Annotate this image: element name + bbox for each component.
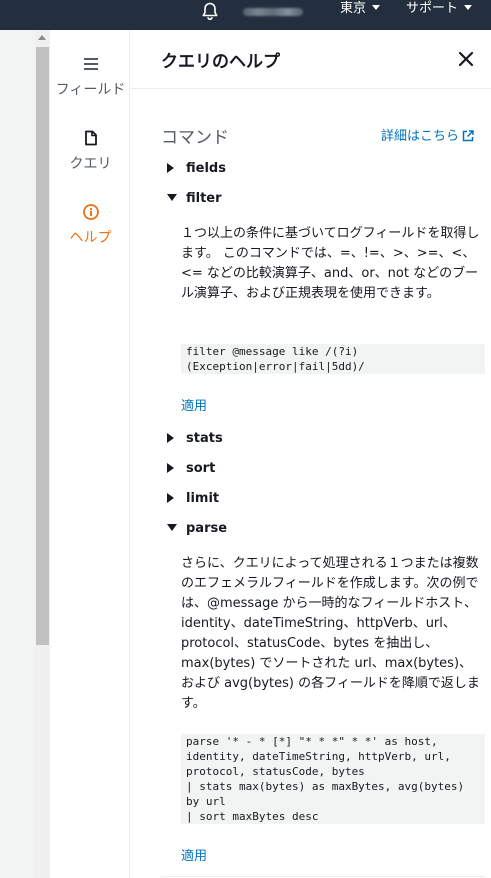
bell-icon[interactable] — [200, 1, 220, 21]
command-fields-toggle[interactable]: fields — [167, 161, 226, 179]
info-circle-icon — [82, 204, 99, 220]
chevron-down-icon — [464, 5, 473, 10]
command-name: sort — [186, 461, 216, 476]
learn-more-label: 詳細はこちら — [381, 129, 460, 144]
caret-down-icon — [167, 194, 177, 201]
command-name: fields — [186, 161, 226, 176]
support-label: サポート — [406, 1, 459, 16]
tab-fields[interactable]: フィールド — [51, 55, 130, 99]
command-stats-toggle[interactable]: stats — [167, 431, 223, 449]
command-name: filter — [186, 191, 222, 206]
scrollbar-thumb[interactable] — [36, 47, 49, 645]
region-label: 東京 — [340, 1, 367, 16]
close-icon[interactable] — [457, 50, 475, 68]
filter-apply-link[interactable]: 適用 — [181, 395, 207, 414]
command-name: limit — [186, 491, 220, 506]
top-navigation-bar: 東京 サポート — [0, 0, 491, 30]
tab-queries-label: クエリ — [69, 156, 112, 172]
filter-code-example: filter @message like /(?i) (Exception|er… — [181, 344, 485, 374]
command-limit-toggle[interactable]: limit — [167, 491, 219, 509]
caret-right-icon — [167, 163, 174, 173]
parse-apply-link[interactable]: 適用 — [181, 845, 207, 864]
support-menu[interactable]: サポート — [406, 0, 473, 17]
caret-right-icon — [167, 493, 174, 503]
app-root: 東京 サポート フィールド クエリ ヘルプ クエリのヘルプ コマンド 詳細はこち… — [0, 0, 491, 878]
hamburger-icon — [83, 58, 98, 70]
parse-description: さらに、クエリによって処理される１つまたは複数のエフェメラルフィールドを作成しま… — [181, 556, 480, 711]
command-filter-toggle[interactable]: filter — [167, 191, 222, 209]
caret-right-icon — [167, 463, 174, 473]
command-name: parse — [186, 521, 228, 536]
filter-description: １つ以上の条件に基づいてログフィールドを取得します。 このコマンドでは、=、!=… — [181, 226, 480, 301]
tab-fields-label: フィールド — [55, 82, 126, 98]
account-name-redacted[interactable] — [243, 8, 303, 16]
caret-right-icon — [167, 433, 174, 443]
tab-queries[interactable]: クエリ — [51, 129, 130, 173]
command-parse-toggle[interactable]: parse — [167, 521, 227, 539]
command-sort-toggle[interactable]: sort — [167, 461, 215, 479]
parse-code-example: parse '* - * [*] "* * *" * *' as host, i… — [181, 734, 485, 824]
caret-down-icon — [167, 524, 177, 531]
learn-more-link[interactable]: 詳細はこちら — [381, 125, 474, 144]
tab-help[interactable]: ヘルプ — [51, 203, 130, 247]
file-icon — [84, 130, 97, 146]
query-help-panel: クエリのヘルプ コマンド 詳細はこちら fields filter １つ以上の条… — [131, 30, 491, 878]
scroll-up-arrow-icon[interactable] — [38, 35, 46, 40]
side-tab-bar: フィールド クエリ ヘルプ — [51, 30, 130, 878]
chevron-down-icon — [372, 5, 381, 10]
divider — [161, 876, 485, 877]
panel-title: クエリのヘルプ — [161, 52, 280, 72]
section-title-commands: コマンド — [161, 128, 229, 148]
external-link-icon — [462, 130, 474, 142]
tab-help-label: ヘルプ — [69, 230, 112, 246]
command-name: stats — [186, 431, 223, 446]
region-selector[interactable]: 東京 — [340, 0, 381, 17]
panel-header: クエリのヘルプ — [131, 30, 491, 89]
